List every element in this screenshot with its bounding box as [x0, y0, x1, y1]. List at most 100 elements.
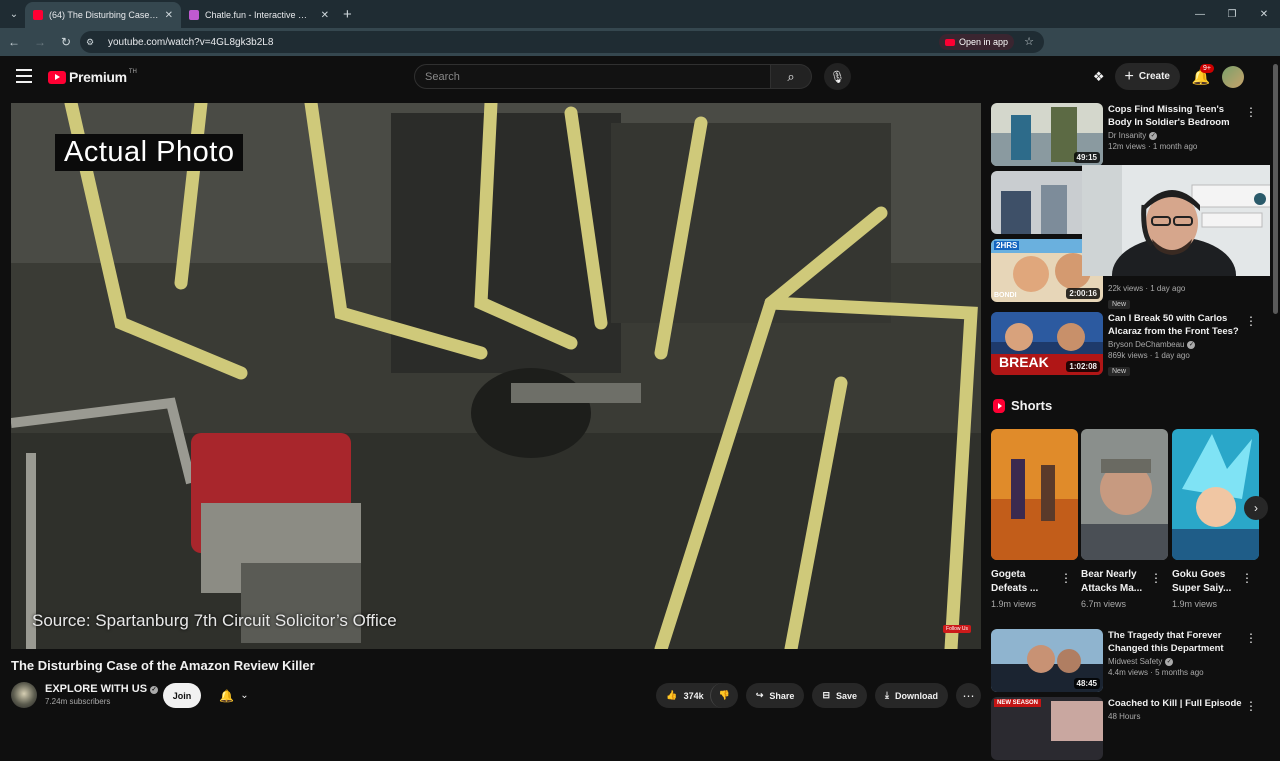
- bookmark-star-icon[interactable]: ☆: [1024, 35, 1034, 48]
- url-bar[interactable]: ⚙ youtube.com/watch?v=4GL8gk3b2L8 Open i…: [80, 31, 1044, 53]
- close-window-icon[interactable]: ✕: [1248, 0, 1280, 28]
- more-icon[interactable]: ⋮: [1150, 571, 1162, 585]
- video-duration: 1:02:08: [1066, 361, 1100, 372]
- more-icon[interactable]: ⋮: [1245, 105, 1257, 119]
- more-icon[interactable]: ⋮: [1245, 699, 1257, 713]
- video-meta: 869k views · 1 day ago: [1108, 351, 1190, 360]
- like-count: 374k: [683, 690, 704, 701]
- bell-icon: 🔔: [219, 688, 235, 703]
- webcam-overlay: [1082, 165, 1280, 276]
- short-card[interactable]: Gogeta Defeats ... 1.9m views ⋮: [991, 429, 1078, 609]
- notifications-button[interactable]: 🔔 9+: [1190, 63, 1214, 86]
- minimize-icon[interactable]: —: [1184, 0, 1216, 28]
- tab-title: (64) The Disturbing Case of the: [49, 10, 159, 20]
- chevron-down-icon: ⌄: [240, 690, 249, 701]
- video-player[interactable]: Actual Photo Source: Spartanburg 7th Cir…: [11, 103, 981, 649]
- close-tab-icon[interactable]: ✕: [321, 10, 329, 21]
- video-title: The Tragedy that Forever Changed this De…: [1108, 630, 1224, 654]
- browser-tab-youtube[interactable]: (64) The Disturbing Case of the ✕: [25, 2, 181, 28]
- video-frame: [11, 103, 981, 649]
- youtube-logo[interactable]: Premium TH: [48, 69, 137, 85]
- short-card[interactable]: Goku Goes Super Saiy... 1.9m views ⋮: [1172, 429, 1259, 609]
- new-tab-icon[interactable]: +: [343, 6, 352, 23]
- scrollbar-thumb[interactable]: [1273, 64, 1278, 314]
- open-in-app-button[interactable]: Open in app: [938, 34, 1014, 50]
- thumbnail-image: [991, 429, 1078, 560]
- thumbs-down-icon: 👎: [718, 690, 730, 700]
- maximize-icon[interactable]: ❐: [1216, 0, 1248, 28]
- more-actions-button[interactable]: ⋯: [956, 683, 981, 708]
- search-icon: ⌕: [787, 68, 795, 84]
- url-text: youtube.com/watch?v=4GL8gk3b2L8: [108, 36, 274, 48]
- search-button[interactable]: ⌕: [771, 64, 812, 89]
- logo-text: Premium: [69, 69, 127, 85]
- shorts-next-button[interactable]: ›: [1244, 496, 1268, 520]
- account-avatar[interactable]: [1222, 65, 1244, 88]
- more-icon[interactable]: ⋮: [1245, 314, 1257, 328]
- open-in-app-label: Open in app: [958, 37, 1008, 47]
- window-controls: — ❐ ✕: [1184, 0, 1280, 28]
- join-button[interactable]: Join: [163, 683, 201, 708]
- short-thumbnail[interactable]: [991, 429, 1078, 560]
- page-scrollbar[interactable]: [1270, 56, 1280, 720]
- channel-row: EXPLORE WITH US ✓ 7.24m subscribers Join …: [11, 682, 981, 710]
- verified-icon: ✓: [1187, 341, 1196, 349]
- create-button[interactable]: + Create: [1114, 63, 1180, 90]
- video-thumbnail[interactable]: 48:45: [991, 629, 1103, 692]
- recommended-video[interactable]: 48:45 The Tragedy that Forever Changed t…: [991, 629, 1266, 693]
- chatle-favicon-icon: [189, 10, 199, 20]
- video-duration: 2:00:16: [1066, 288, 1100, 299]
- close-tab-icon[interactable]: ✕: [165, 10, 173, 21]
- more-icon[interactable]: ⋮: [1060, 571, 1072, 585]
- channel-avatar[interactable]: [11, 682, 37, 708]
- cast-icon[interactable]: ❖: [1093, 69, 1105, 85]
- more-icon[interactable]: ⋮: [1241, 571, 1253, 585]
- new-season-badge: NEW SEASON: [994, 699, 1042, 707]
- thumbnail-text: BREAK: [999, 354, 1049, 370]
- video-thumbnail[interactable]: 49:15: [991, 103, 1103, 166]
- shorts-heading: Shorts: [993, 398, 1052, 413]
- short-thumbnail[interactable]: [1081, 429, 1168, 560]
- bookmark-icon: ⊟: [822, 690, 830, 700]
- short-thumbnail[interactable]: [1172, 429, 1259, 560]
- search-input[interactable]: Search: [414, 64, 771, 89]
- video-thumbnail[interactable]: NEW SEASON: [991, 697, 1103, 760]
- video-duration: 48:45: [1073, 678, 1100, 689]
- subscription-bell-button[interactable]: 🔔 ⌄: [211, 683, 257, 708]
- mic-icon: 🎙: [829, 69, 846, 84]
- save-button[interactable]: ⊟ Save: [812, 683, 868, 708]
- voice-search-button[interactable]: 🎙: [824, 63, 851, 90]
- short-views: 6.7m views: [1081, 599, 1127, 609]
- follow-badge[interactable]: Follow Us: [943, 625, 971, 633]
- channel-name: Dr Insanity ✓: [1108, 131, 1244, 140]
- video-title: Can I Break 50 with Carlos Alcaraz from …: [1108, 313, 1239, 337]
- like-button[interactable]: 👍 374k: [656, 683, 709, 708]
- tab-search-icon[interactable]: ⌄: [3, 3, 25, 25]
- short-views: 1.9m views: [1172, 599, 1218, 609]
- channel-name[interactable]: EXPLORE WITH US ✓: [45, 683, 159, 695]
- download-button[interactable]: ⤓ Download: [875, 683, 948, 708]
- dislike-button[interactable]: 👎: [709, 683, 738, 708]
- site-info-icon[interactable]: ⚙: [86, 37, 104, 48]
- menu-icon[interactable]: [16, 69, 32, 83]
- reload-icon[interactable]: ↻: [54, 30, 78, 54]
- video-actions: 👍 374k 👎 ↪ Share ⊟ Save ⤓ Download ⋯: [656, 683, 981, 708]
- channel-name: Bryson DeChambeau ✓: [1108, 340, 1244, 349]
- recommended-video[interactable]: BREAK 1:02:08 Can I Break 50 with Carlos…: [991, 312, 1266, 376]
- more-icon: ⋯: [962, 688, 975, 703]
- back-icon[interactable]: ←: [2, 30, 26, 54]
- recommended-video[interactable]: 49:15 Cops Find Missing Teen's Body In S…: [991, 103, 1266, 167]
- video-meta: 22k views · 1 day ago: [1108, 284, 1186, 293]
- forward-icon[interactable]: →: [28, 30, 52, 54]
- short-card[interactable]: Bear Nearly Attacks Ma... 6.7m views ⋮: [1081, 429, 1168, 609]
- video-thumbnail[interactable]: BREAK 1:02:08: [991, 312, 1103, 375]
- recommended-video[interactable]: NEW SEASON Coached to Kill | Full Episod…: [991, 697, 1266, 761]
- video-info: Can I Break 50 with Carlos Alcaraz from …: [1108, 312, 1244, 378]
- new-badge: New: [1108, 300, 1131, 309]
- more-icon[interactable]: ⋮: [1245, 631, 1257, 645]
- tab-title: Chatle.fun - Interactive Wordle: [205, 10, 315, 20]
- video-duration: 49:15: [1073, 152, 1100, 163]
- browser-tab-chatle[interactable]: Chatle.fun - Interactive Wordle ✕: [181, 2, 337, 28]
- share-button[interactable]: ↪ Share: [745, 683, 805, 708]
- video-info: Cops Find Missing Teen's Body In Soldier…: [1108, 103, 1244, 151]
